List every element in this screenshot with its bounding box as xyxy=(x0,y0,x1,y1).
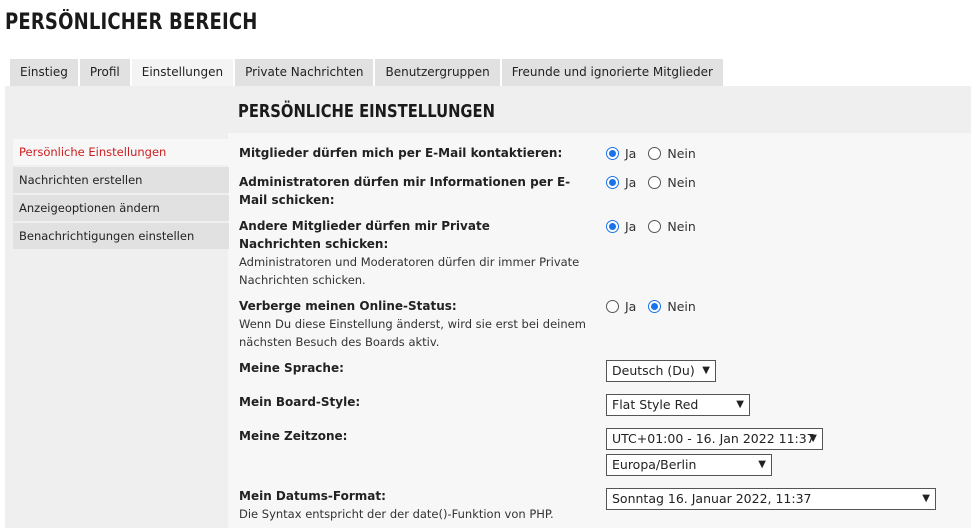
email-contact-radios: Ja Nein xyxy=(606,146,708,161)
timezone-select[interactable]: UTC+01:00 - 16. Jan 2022 11:37 ▼ xyxy=(606,428,823,450)
radio-label-no: Nein xyxy=(667,175,696,190)
timezone-region-value: Europa/Berlin xyxy=(612,457,697,472)
email-contact-no-radio[interactable] xyxy=(648,147,662,160)
pm-radios: Ja Nein xyxy=(606,219,708,234)
sidebar-item-benachrichtigungen[interactable]: Benachrichtigungen einstellen xyxy=(13,223,229,249)
timezone-label: Meine Zeitzone: xyxy=(239,429,348,443)
pm-description: Administratoren und Moderatoren dürfen d… xyxy=(239,255,580,287)
tab-bar: Einstieg Profil Einstellungen Private Na… xyxy=(10,59,723,86)
sidebar-item-persoenliche-einstellungen[interactable]: Persönliche Einstellungen xyxy=(13,139,229,165)
chevron-down-icon: ▼ xyxy=(758,459,766,470)
date-format-description: Die Syntax entspricht der der date()-Fun… xyxy=(239,507,554,521)
date-format-select[interactable]: Sonntag 16. Januar 2022, 11:37 ▼ xyxy=(606,488,936,510)
online-status-description: Wenn Du diese Einstellung änderst, wird … xyxy=(239,317,586,349)
radio-label-yes: Ja xyxy=(625,299,637,314)
radio-label-no: Nein xyxy=(667,299,696,314)
tab-einstieg[interactable]: Einstieg xyxy=(10,59,78,86)
admin-email-radios: Ja Nein xyxy=(606,175,708,190)
admin-email-label: Administratoren dürfen mir Informationen… xyxy=(239,175,571,207)
tab-benutzergruppen[interactable]: Benutzergruppen xyxy=(375,59,500,86)
board-style-select[interactable]: Flat Style Red ▼ xyxy=(606,394,750,416)
timezone-value: UTC+01:00 - 16. Jan 2022 11:37 xyxy=(612,431,815,446)
timezone-region-select[interactable]: Europa/Berlin ▼ xyxy=(606,454,772,476)
language-label: Meine Sprache: xyxy=(239,361,344,375)
online-status-radios: Ja Nein xyxy=(606,299,708,314)
radio-label-yes: Ja xyxy=(625,146,637,161)
radio-label-no: Nein xyxy=(667,219,696,234)
sidebar-item-nachrichten-erstellen[interactable]: Nachrichten erstellen xyxy=(13,167,229,193)
radio-label-yes: Ja xyxy=(625,219,637,234)
pm-no-radio[interactable] xyxy=(648,220,662,233)
chevron-down-icon: ▼ xyxy=(736,399,744,410)
email-contact-label: Mitglieder dürfen mich per E-Mail kontak… xyxy=(239,146,563,160)
tab-private-nachrichten[interactable]: Private Nachrichten xyxy=(235,59,374,86)
chevron-down-icon: ▼ xyxy=(809,433,817,444)
online-status-yes-radio[interactable] xyxy=(606,300,619,313)
date-format-value: Sonntag 16. Januar 2022, 11:37 xyxy=(612,491,812,506)
tab-einstellungen[interactable]: Einstellungen xyxy=(131,59,234,86)
online-status-no-radio[interactable] xyxy=(648,300,662,313)
chevron-down-icon: ▼ xyxy=(922,493,930,504)
email-contact-yes-radio[interactable] xyxy=(606,147,619,160)
online-status-label: Verberge meinen Online-Status: xyxy=(239,299,457,313)
sidebar-item-anzeigeoptionen[interactable]: Anzeigeoptionen ändern xyxy=(13,195,229,221)
radio-label-yes: Ja xyxy=(625,175,637,190)
date-format-label: Mein Datums-Format: xyxy=(239,489,386,503)
board-style-label: Mein Board-Style: xyxy=(239,395,361,409)
admin-email-no-radio[interactable] xyxy=(648,176,662,189)
admin-email-yes-radio[interactable] xyxy=(606,176,619,189)
tab-freunde[interactable]: Freunde und ignorierte Mitglieder xyxy=(501,59,723,86)
page-title: PERSÖNLICHER BEREICH xyxy=(5,10,258,35)
tab-profil[interactable]: Profil xyxy=(79,59,130,86)
pm-yes-radio[interactable] xyxy=(606,220,619,233)
pm-label: Andere Mitglieder dürfen mir Private Nac… xyxy=(239,219,490,251)
language-select[interactable]: Deutsch (Du) ▼ xyxy=(606,360,716,382)
sidebar-nav: Persönliche Einstellungen Nachrichten er… xyxy=(13,139,229,251)
chevron-down-icon: ▼ xyxy=(702,365,710,376)
radio-label-no: Nein xyxy=(667,146,696,161)
language-value: Deutsch (Du) xyxy=(612,363,695,378)
board-style-value: Flat Style Red xyxy=(612,397,699,412)
section-title: PERSÖNLICHE EINSTELLUNGEN xyxy=(238,101,495,122)
